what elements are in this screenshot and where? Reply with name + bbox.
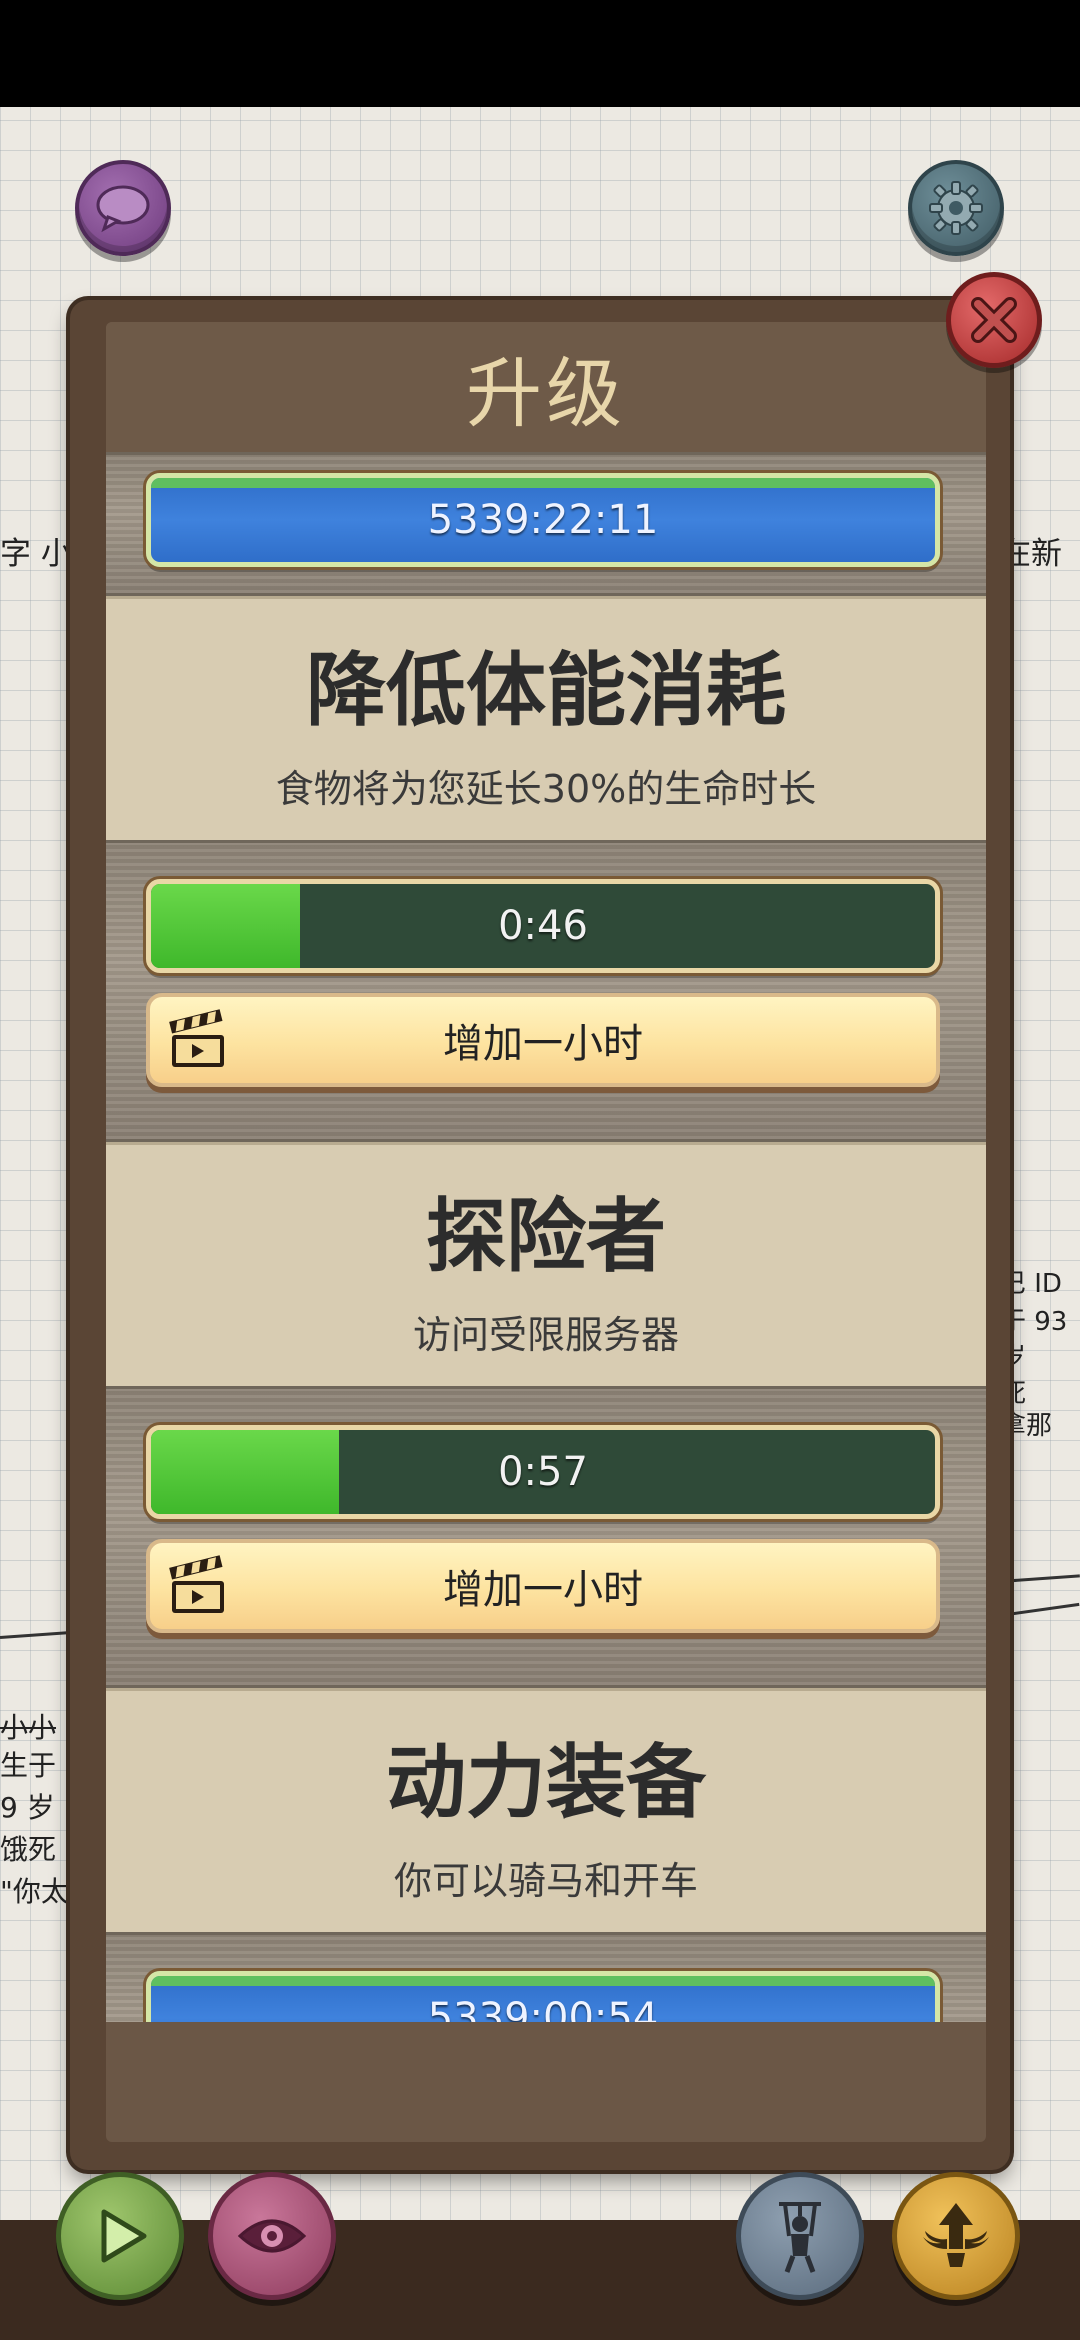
upgrade-button[interactable] bbox=[892, 2172, 1020, 2300]
bg-text-fragment: 小小 bbox=[0, 1711, 57, 1744]
add-hour-button[interactable]: 增加一小时 bbox=[146, 993, 940, 1087]
chat-button[interactable] bbox=[75, 160, 171, 256]
bg-text-fragment: 于 93 bbox=[1000, 1307, 1068, 1337]
puppet-icon bbox=[779, 2202, 821, 2273]
close-x-icon bbox=[971, 297, 1017, 343]
upgrade-dialog-body: 升级 5339:22:11 降低体能消耗 食物将为您延长30%的生命时长 0:4… bbox=[106, 322, 986, 2142]
wood-panel: 0:46 增加一小时 bbox=[106, 840, 986, 1142]
gear-icon bbox=[929, 181, 983, 235]
upgrade-card: 降低体能消耗 食物将为您延长30%的生命时长 bbox=[106, 596, 986, 840]
family-tree-line bbox=[999, 1602, 1080, 1617]
family-tree-line bbox=[999, 1574, 1080, 1583]
eye-icon bbox=[237, 2219, 307, 2253]
upgrade-description: 你可以骑马和开车 bbox=[393, 1859, 698, 1903]
bg-text-fragment: 9 岁 bbox=[0, 1791, 55, 1824]
add-hour-label: 增加一小时 bbox=[443, 1021, 643, 1067]
chat-bubble-icon bbox=[96, 185, 150, 233]
close-button[interactable] bbox=[946, 272, 1042, 368]
upgrade-card: 探险者 访问受限服务器 bbox=[106, 1142, 986, 1386]
upgrade-progress-bar: 0:57 bbox=[146, 1425, 940, 1519]
upgrade-description: 访问受限服务器 bbox=[412, 1313, 679, 1357]
settings-button[interactable] bbox=[908, 160, 1004, 256]
dialog-title: 升级 bbox=[106, 322, 986, 452]
play-button[interactable] bbox=[56, 2172, 184, 2300]
upgrade-title: 探险者 bbox=[426, 1190, 666, 1283]
winged-arrow-icon bbox=[923, 2203, 989, 2267]
play-icon bbox=[101, 2209, 147, 2263]
wood-panel: 5339:22:11 bbox=[106, 452, 986, 596]
bg-text-fragment: 生于 bbox=[0, 1749, 57, 1782]
upgrade-timer-text: 0:57 bbox=[498, 1449, 588, 1495]
wood-panel: 5339:00:54 bbox=[106, 1932, 986, 2022]
upgrade-card: 动力装备 你可以骑马和开车 bbox=[106, 1688, 986, 1932]
upgrade-timer-text: 0:46 bbox=[498, 903, 588, 949]
upgrade-title: 动力装备 bbox=[386, 1736, 706, 1829]
wood-panel: 0:57 增加一小时 bbox=[106, 1386, 986, 1688]
add-hour-label: 增加一小时 bbox=[443, 1567, 643, 1613]
clapperboard-icon bbox=[169, 1555, 224, 1613]
bg-text-fragment: "你太 bbox=[0, 1875, 69, 1908]
upgrade-list[interactable]: 5339:22:11 降低体能消耗 食物将为您延长30%的生命时长 0:46 增… bbox=[106, 452, 986, 2022]
upgrade-timer-text: 5339:00:54 bbox=[427, 1995, 659, 2022]
family-tree-line bbox=[0, 1630, 80, 1639]
upgrade-description: 食物将为您延长30%的生命时长 bbox=[275, 767, 817, 811]
watch-button[interactable] bbox=[208, 2172, 336, 2300]
upgrade-timer-bar: 5339:00:54 bbox=[146, 1971, 940, 2022]
clapperboard-icon bbox=[169, 1009, 224, 1067]
upgrade-title: 降低体能消耗 bbox=[306, 644, 786, 737]
upgrade-progress-bar: 0:46 bbox=[146, 879, 940, 973]
bg-text-fragment: 饿死 bbox=[0, 1833, 57, 1866]
add-hour-button[interactable]: 增加一小时 bbox=[146, 1539, 940, 1633]
bg-text-fragment: 字 小 bbox=[0, 536, 72, 572]
global-timer-text: 5339:22:11 bbox=[427, 497, 659, 543]
status-bar bbox=[0, 0, 1080, 107]
upgrade-dialog: 升级 5339:22:11 降低体能消耗 食物将为您延长30%的生命时长 0:4… bbox=[70, 300, 1010, 2170]
global-timer-bar: 5339:22:11 bbox=[146, 473, 940, 567]
puppet-button[interactable] bbox=[736, 2172, 864, 2300]
